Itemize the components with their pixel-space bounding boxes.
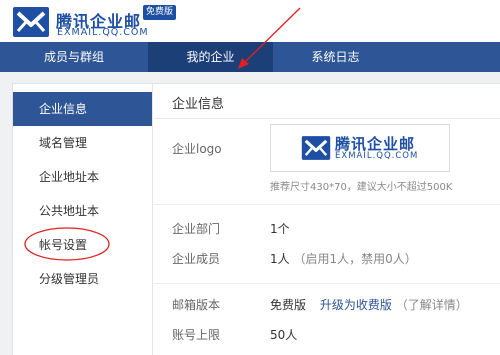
members-label: 企业成员	[172, 252, 221, 266]
enterprise-logo-preview[interactable]: 腾讯企业邮 EXMAIL.QQ.COM	[270, 124, 450, 172]
section-divider	[154, 283, 500, 284]
members-detail: （启用1人，禁用0人）	[293, 252, 417, 266]
nav-system-log[interactable]: 系统日志	[273, 42, 398, 72]
members-value: 1人	[270, 252, 290, 266]
members-value-row: 1人 （启用1人，禁用0人）	[270, 250, 417, 267]
nav-members-groups[interactable]: 成员与群组	[0, 42, 148, 72]
sidebar: 企业信息 域名管理 企业地址本 公共地址本 帐号设置 分级管理员	[13, 84, 153, 355]
edition-badge: 免费版	[143, 5, 177, 20]
learn-more-link[interactable]: （了解详情）	[396, 298, 468, 312]
mail-logo-icon	[13, 7, 49, 37]
limit-label: 账号上限	[172, 328, 221, 342]
upgrade-link[interactable]: 升级为收费版	[320, 298, 392, 312]
edition-value-row: 免费版 升级为收费版 （了解详情）	[270, 296, 468, 313]
section-divider	[154, 204, 500, 205]
sidebar-item-public-address-book[interactable]: 公共地址本	[13, 194, 152, 228]
logo-label: 企业logo	[172, 142, 222, 156]
edition-value: 免费版	[270, 298, 307, 312]
nav-my-enterprise[interactable]: 我的企业	[148, 42, 273, 72]
dept-label: 企业部门	[172, 222, 221, 236]
sidebar-item-enterprise-info[interactable]: 企业信息	[13, 92, 152, 126]
limit-value: 50人	[270, 328, 298, 342]
main-content: 企业信息 企业logo 腾讯企业邮 EXMAIL.QQ.COM 推荐尺寸430*…	[154, 84, 500, 355]
logo-preview-domain: EXMAIL.QQ.COM	[335, 151, 419, 161]
logo-size-hint: 推荐尺寸430*70，建议大小不超过500K	[270, 182, 453, 193]
mail-logo-icon	[301, 136, 331, 160]
app-header: 腾讯企业邮 EXMAIL.QQ.COM 免费版	[0, 0, 500, 42]
sidebar-item-domain-management[interactable]: 域名管理	[13, 126, 152, 160]
sidebar-item-account-settings[interactable]: 帐号设置	[13, 228, 152, 262]
sidebar-item-enterprise-address-book[interactable]: 企业地址本	[13, 160, 152, 194]
sidebar-item-sub-admins[interactable]: 分级管理员	[13, 262, 152, 296]
page-title: 企业信息	[172, 97, 225, 112]
edition-label: 邮箱版本	[172, 298, 221, 312]
top-nav: 成员与群组 我的企业 系统日志	[0, 42, 500, 72]
dept-value: 1个	[270, 222, 290, 236]
brand-domain: EXMAIL.QQ.COM	[57, 27, 149, 38]
title-divider	[154, 118, 500, 119]
